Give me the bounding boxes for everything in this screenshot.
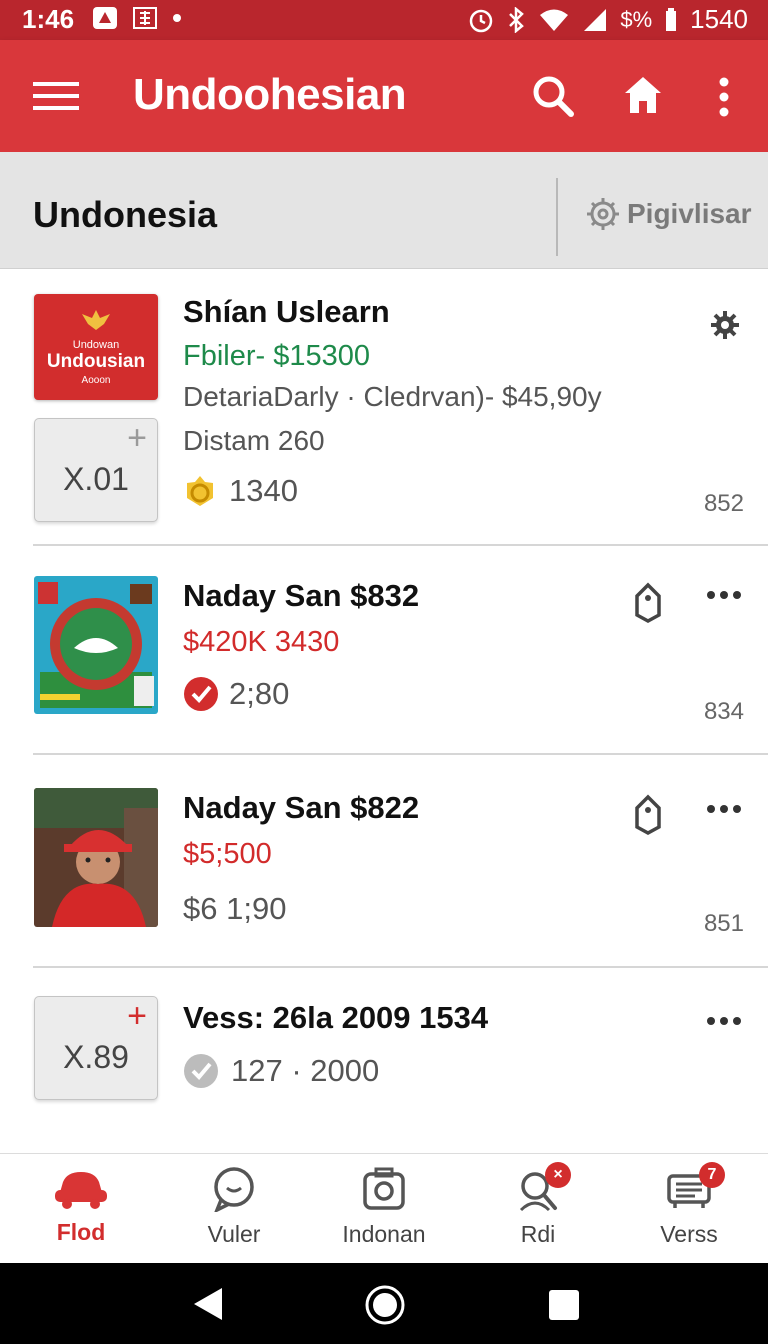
back-icon[interactable] bbox=[190, 1285, 226, 1328]
status-time: 1:46 bbox=[22, 4, 75, 34]
listing-secondary-price: $6 1;90 bbox=[183, 891, 287, 926]
notification-grid-icon bbox=[133, 7, 157, 29]
camera-icon bbox=[363, 1167, 405, 1210]
listing-name: Shían Uslearn bbox=[183, 294, 390, 329]
header-divider bbox=[556, 178, 558, 256]
coin-badge-icon bbox=[187, 476, 213, 506]
nav-item-indonan[interactable]: Indonan bbox=[307, 1166, 461, 1248]
filter-button[interactable]: Pigivlisar bbox=[585, 196, 752, 232]
nav-label: Vuler bbox=[207, 1221, 261, 1247]
listing-rating: 1340 bbox=[183, 473, 298, 509]
home-circle-icon[interactable] bbox=[364, 1284, 406, 1331]
nav-label: Verss bbox=[660, 1221, 718, 1247]
list-item[interactable]: Naday San $822 $5;500 $6 1;90 851 bbox=[0, 756, 768, 968]
search-icon[interactable] bbox=[527, 70, 579, 122]
nav-item-vuler[interactable]: Vuler bbox=[157, 1166, 311, 1248]
rating-value: 1340 bbox=[229, 473, 298, 508]
nav-badge: 7 bbox=[699, 1162, 725, 1188]
battery-icon bbox=[666, 7, 677, 31]
gear-icon bbox=[587, 198, 619, 230]
listing-name: Naday San $822 bbox=[183, 790, 420, 825]
listing-price: Fbiler- $15300 bbox=[183, 340, 370, 372]
rating-value: 127 · 2000 bbox=[231, 1053, 380, 1088]
listing-count: 851 bbox=[703, 910, 744, 937]
more-horiz-icon[interactable] bbox=[706, 1014, 742, 1032]
list-divider bbox=[33, 753, 768, 755]
more-horiz-icon[interactable] bbox=[706, 802, 742, 820]
listing-thumbnail[interactable] bbox=[34, 788, 158, 927]
listing-price: $420K 3430 bbox=[183, 626, 340, 658]
quantity-stepper[interactable]: + X.89 bbox=[34, 996, 158, 1100]
listing-thumbnail[interactable]: Undowan Undousian Aooon bbox=[34, 294, 158, 400]
app-bar: Undoohesian bbox=[0, 40, 768, 152]
plus-icon[interactable]: + bbox=[127, 421, 147, 455]
home-icon[interactable] bbox=[618, 70, 668, 120]
tag-icon[interactable] bbox=[634, 582, 662, 629]
list-item[interactable]: Undowan Undousian Aooon + X.01 Shían Usl… bbox=[0, 268, 768, 546]
garuda-emblem-icon bbox=[82, 310, 110, 330]
bluetooth-icon bbox=[509, 6, 525, 33]
notification-app-icon bbox=[93, 7, 117, 29]
nav-label: Flod bbox=[56, 1219, 106, 1245]
system-nav-bar bbox=[0, 1263, 768, 1344]
more-vert-icon[interactable] bbox=[706, 74, 742, 120]
recents-icon[interactable] bbox=[548, 1289, 580, 1326]
listing-thumbnail[interactable] bbox=[34, 576, 158, 714]
listing-count: 852 bbox=[703, 490, 744, 517]
alarm-icon bbox=[470, 9, 493, 32]
thumb-line2: Undousian bbox=[46, 351, 146, 372]
nav-item-verss[interactable]: 7 Verss bbox=[612, 1162, 766, 1248]
listing-rating: 2;80 bbox=[183, 676, 289, 712]
status-indicators: $% 1540 bbox=[468, 4, 748, 35]
nav-label: Indonan bbox=[342, 1221, 426, 1247]
listing-price: $5;500 bbox=[183, 838, 272, 870]
thumb-line1: Undowan bbox=[72, 339, 120, 351]
status-battery-text: 1540 bbox=[690, 4, 748, 34]
notification-icons bbox=[92, 6, 182, 30]
notification-dot-icon bbox=[173, 14, 181, 22]
listing-details: DetariaDarly · Cledrvan)- $45,90y bbox=[183, 381, 602, 412]
check-badge-icon bbox=[184, 677, 218, 711]
nav-item-flod[interactable]: Flod bbox=[4, 1166, 158, 1246]
list-item[interactable]: + X.89 Vess: 26la 2009 1534 127 · 2000 bbox=[0, 968, 768, 1148]
rating-value: 2;80 bbox=[229, 676, 290, 711]
check-badge-icon bbox=[184, 1054, 218, 1088]
listing-name: Naday San $832 bbox=[183, 578, 420, 613]
app-title: Undoohesian bbox=[133, 70, 407, 119]
nav-item-rdi[interactable]: × Rdi bbox=[461, 1162, 615, 1248]
sub-header: Undonesia Pigivlisar bbox=[0, 152, 768, 269]
section-title: Undonesia bbox=[33, 194, 218, 235]
thumb-line3: Aooon bbox=[81, 375, 111, 386]
nav-label: Rdi bbox=[520, 1221, 556, 1247]
signal-icon bbox=[584, 8, 607, 31]
plus-icon[interactable]: + bbox=[127, 999, 147, 1033]
nav-badge: × bbox=[545, 1162, 571, 1188]
car-icon bbox=[55, 1172, 107, 1209]
quantity-value: X.89 bbox=[63, 1039, 129, 1075]
tag-icon[interactable] bbox=[634, 794, 662, 841]
bottom-nav: Flod Vuler Indonan × Rdi 7 Verss bbox=[0, 1153, 768, 1264]
more-horiz-icon[interactable] bbox=[706, 588, 742, 606]
chat-icon bbox=[213, 1167, 254, 1214]
quantity-value: X.01 bbox=[63, 461, 129, 497]
list-item[interactable]: Naday San $832 $420K 3430 2;80 834 bbox=[0, 546, 768, 756]
filter-label: Pigivlisar bbox=[627, 198, 752, 229]
listing-distance: Distam 260 bbox=[183, 425, 325, 456]
quantity-stepper[interactable]: + X.01 bbox=[34, 418, 158, 522]
battery-percent-text: $% bbox=[620, 6, 653, 32]
wifi-icon bbox=[540, 9, 569, 31]
settings-gear-icon[interactable] bbox=[710, 310, 740, 345]
listing-count: 834 bbox=[703, 698, 744, 725]
listing-name: Vess: 26la 2009 1534 bbox=[183, 1000, 489, 1035]
listing-rating: 127 · 2000 bbox=[183, 1053, 379, 1089]
status-bar: 1:46 $% 1540 bbox=[0, 0, 768, 40]
menu-icon[interactable] bbox=[28, 74, 84, 118]
